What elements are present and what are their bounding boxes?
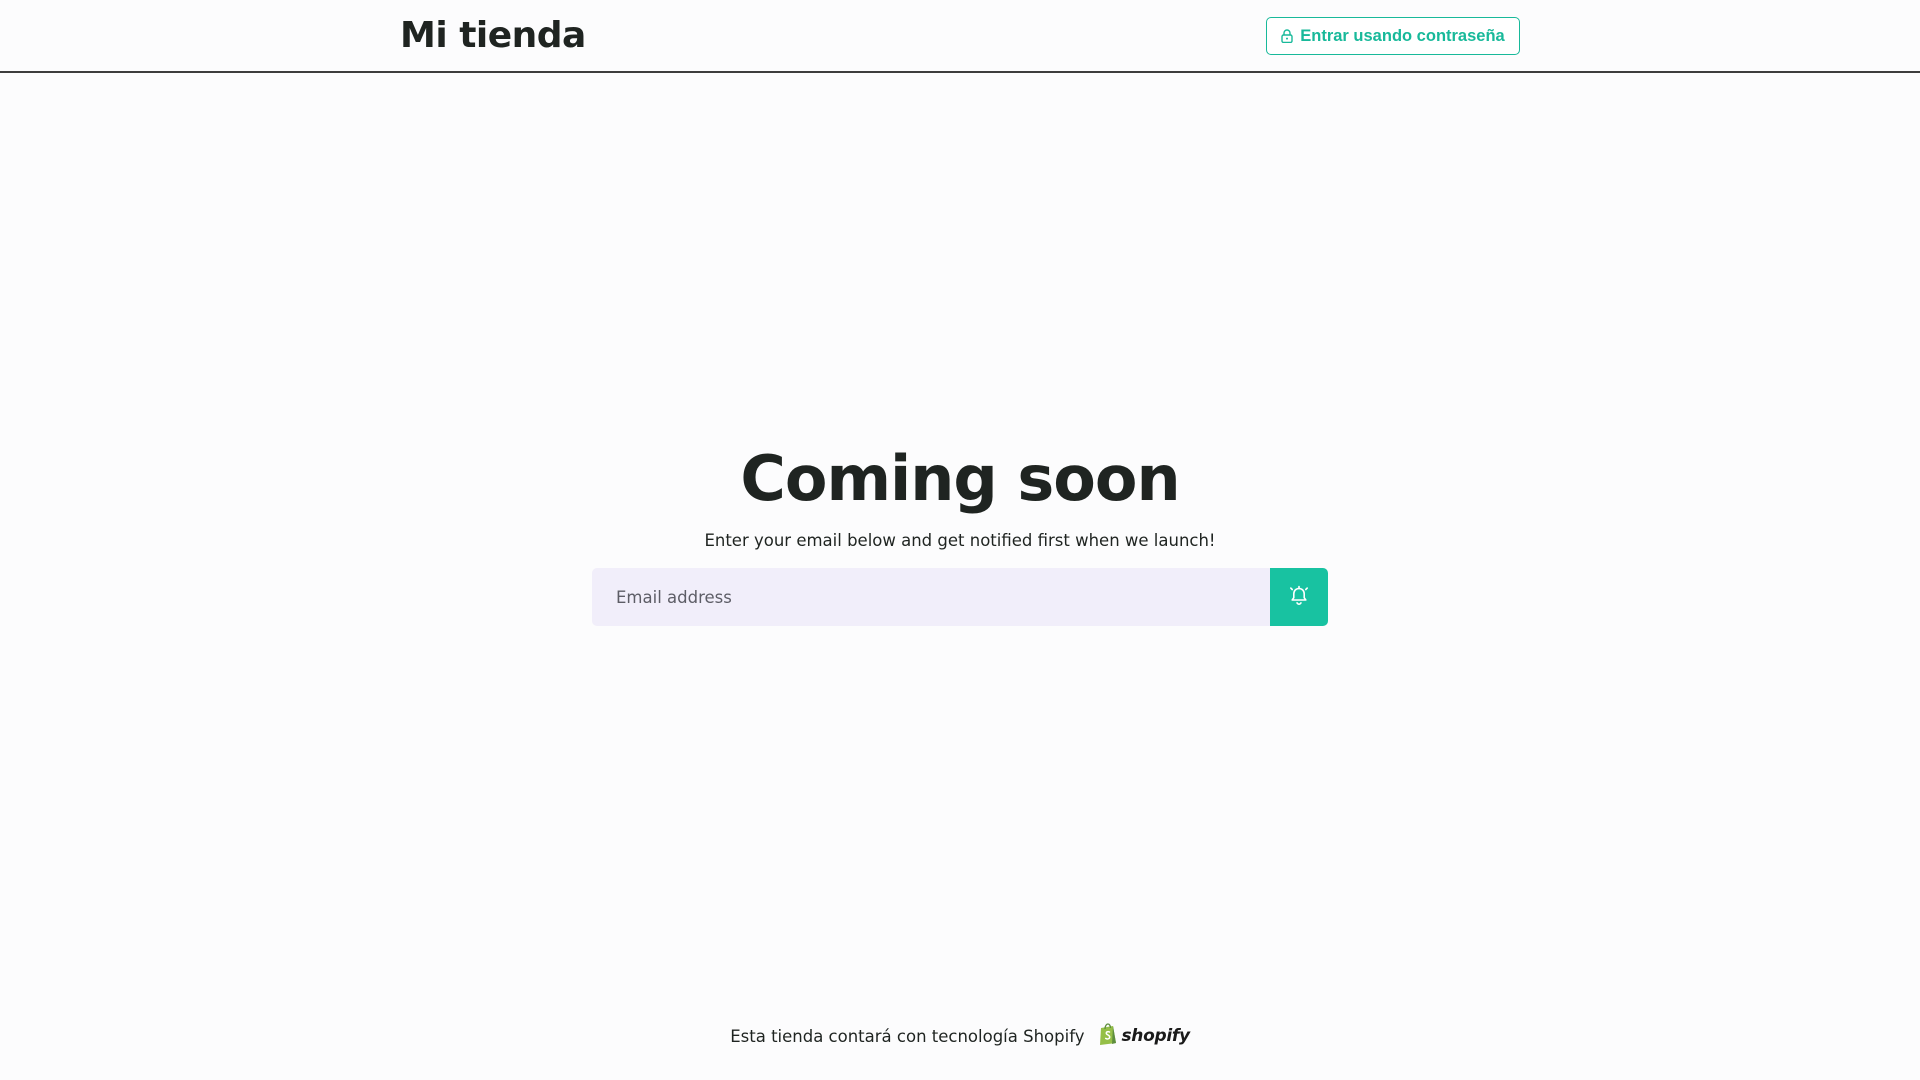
- powered-by-text: Esta tienda contará con tecnología Shopi…: [730, 1026, 1085, 1046]
- shopify-bag-icon: [1098, 1022, 1118, 1050]
- notify-subtitle: Enter your email below and get notified …: [704, 531, 1216, 550]
- lock-icon: [1281, 29, 1293, 43]
- shopify-wordmark: shopify: [1121, 1026, 1190, 1046]
- newsletter-form: [592, 568, 1328, 626]
- site-footer: Esta tienda contará con tecnología Shopi…: [0, 1022, 1920, 1050]
- notify-submit-button[interactable]: [1270, 568, 1328, 626]
- password-login-button[interactable]: Entrar usando contraseña: [1266, 17, 1520, 55]
- shopify-logo-link[interactable]: shopify: [1098, 1022, 1190, 1050]
- coming-soon-heading: Coming soon: [740, 442, 1180, 515]
- coming-soon-section: Coming soon Enter your email below and g…: [0, 440, 1920, 552]
- bell-icon: [1288, 585, 1310, 610]
- site-header: Mi tienda Entrar usando contraseña: [0, 0, 1920, 73]
- email-input[interactable]: [592, 568, 1270, 626]
- store-title[interactable]: Mi tienda: [400, 14, 586, 58]
- password-login-label: Entrar usando contraseña: [1300, 26, 1505, 45]
